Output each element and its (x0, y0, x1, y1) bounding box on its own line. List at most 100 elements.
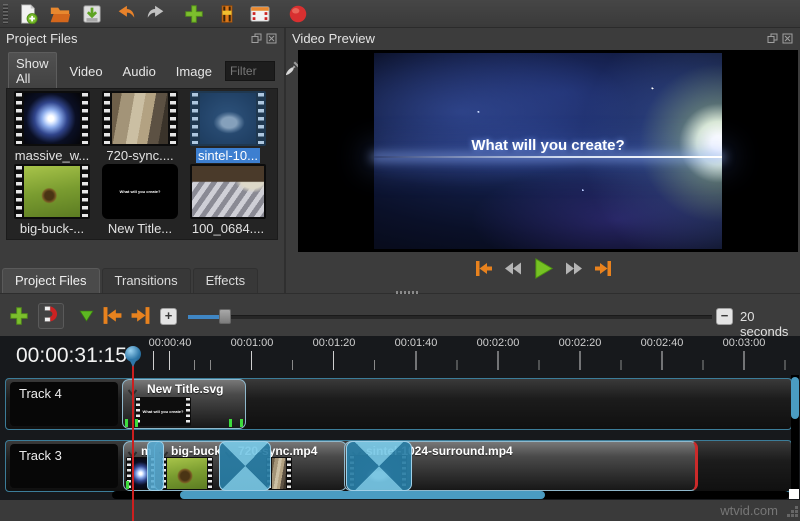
snapping-toggle-button[interactable] (38, 303, 64, 329)
filter-video-button[interactable]: Video (63, 61, 110, 82)
tab-effects[interactable]: Effects (193, 268, 259, 293)
filter-show-all-button[interactable]: Show All (8, 52, 57, 90)
close-panel-button[interactable] (266, 32, 278, 44)
zoom-out-button[interactable]: − (716, 308, 733, 325)
tab-project-files[interactable]: Project Files (2, 268, 100, 293)
file-item-new-title[interactable]: What will you create? New Title... (96, 164, 184, 236)
preview-viewport: What will you create? (298, 50, 798, 252)
export-video-button[interactable] (248, 2, 272, 26)
track-4-header: Track 4 (10, 382, 118, 426)
file-item-big-buck[interactable]: big-buck-... (8, 164, 96, 236)
timeline-ruler[interactable]: 00:00:40 00:01:00 00:01:20 00:01:40 00:0… (122, 336, 795, 376)
transition-2[interactable] (219, 441, 271, 491)
clip-keyframe-mark (229, 419, 232, 427)
clip-title: big-buck- (171, 444, 225, 458)
splitter-handle-dots[interactable] (396, 291, 418, 294)
ruler-tick-label: 00:02:20 (540, 337, 620, 349)
ruler-tick-label: 00:00:40 (130, 337, 210, 349)
file-item-sintel[interactable]: sintel-10... (184, 91, 272, 163)
playhead-handle[interactable] (125, 346, 141, 362)
zoom-in-button[interactable]: + (160, 308, 177, 325)
file-item-720-sync[interactable]: 720-sync.... (96, 91, 184, 163)
playhead-line (132, 364, 134, 521)
track-3-row: Track 3 m big-buck- 720-sync.mp4 sintel-… (5, 440, 792, 492)
filter-image-button[interactable]: Image (169, 61, 219, 82)
resize-grip-icon (785, 505, 799, 521)
undo-icon (114, 3, 138, 25)
add-media-button[interactable] (182, 2, 206, 26)
openshot-window: Project Files Show All Video Audio Image… (0, 0, 800, 521)
ruler-tick-label: 00:02:40 (622, 337, 702, 349)
watermark: wtvid.com (720, 503, 778, 518)
clip-title: New Title.svg (147, 382, 223, 396)
transition-3[interactable] (346, 441, 412, 491)
clip-resize-handle[interactable] (240, 419, 243, 427)
previous-marker-button[interactable] (102, 306, 123, 330)
jump-to-start-button[interactable] (475, 260, 493, 282)
redo-button[interactable] (144, 2, 168, 26)
preview-overlay-text: What will you create? (374, 137, 722, 154)
ruler-tick-label: 00:01:40 (376, 337, 456, 349)
file-item-massive[interactable]: massive_w... (8, 91, 96, 163)
undo-button[interactable] (114, 2, 138, 26)
zoom-scale-label: 20 seconds (740, 309, 800, 339)
light-beam (374, 156, 722, 158)
horizontal-scrollbar-thumb[interactable] (180, 491, 545, 499)
file-item-100-0684[interactable]: 100_0684.... (184, 164, 272, 236)
open-project-button[interactable] (48, 2, 72, 26)
main-toolbar (0, 0, 800, 28)
save-project-button[interactable] (80, 2, 104, 26)
video-preview-titlebar: Video Preview (286, 28, 800, 48)
choose-profile-icon (217, 3, 237, 25)
add-media-icon (183, 3, 205, 25)
vertical-scrollbar[interactable] (791, 375, 799, 499)
jump-to-end-button[interactable] (594, 260, 612, 282)
video-preview-title: Video Preview (292, 31, 764, 46)
tab-transitions[interactable]: Transitions (102, 268, 191, 293)
choose-profile-button[interactable] (215, 2, 239, 26)
float-panel-button[interactable] (251, 32, 263, 44)
transition-1[interactable] (147, 441, 164, 491)
horizontal-scrollbar[interactable] (112, 491, 789, 499)
play-button[interactable] (533, 258, 554, 284)
add-track-button[interactable] (8, 305, 30, 332)
video-preview-panel: Video Preview What will you create? (286, 28, 800, 293)
timeline-toolbar: + − 20 seconds (0, 298, 800, 336)
ruler-tick-label: 00:01:20 (294, 337, 374, 349)
ruler-tick-label: 00:03:00 (704, 337, 784, 349)
save-project-icon (81, 3, 103, 25)
title-thumbnail: What will you create? (102, 164, 178, 219)
video-thumbnail (14, 164, 90, 219)
zoom-slider-handle[interactable] (219, 309, 231, 324)
clip-keyframe-mark (135, 419, 138, 427)
video-thumbnail (14, 91, 90, 146)
video-thumbnail (190, 91, 266, 146)
bottom-tabs: Project Files Transitions Effects (2, 268, 260, 293)
record-button[interactable] (286, 2, 310, 26)
file-label: big-buck-... (20, 221, 84, 236)
export-video-icon (249, 3, 271, 25)
status-bar: wtvid.com (0, 500, 800, 521)
file-label: New Title... (108, 221, 172, 236)
next-marker-button[interactable] (130, 306, 151, 330)
file-label: 720-sync.... (106, 148, 173, 163)
magnet-icon (41, 304, 61, 329)
rewind-button[interactable] (504, 261, 522, 281)
filter-input[interactable] (225, 61, 275, 81)
zoom-slider-track[interactable] (188, 315, 712, 319)
clip-resize-handle[interactable] (125, 419, 128, 427)
clip-thumbnail: What will you create? (135, 397, 191, 426)
clip-new-title[interactable]: New Title.svg What will you create? (122, 379, 246, 429)
new-project-button[interactable] (16, 2, 40, 26)
close-panel-button[interactable] (782, 32, 794, 44)
clip-resize-handle[interactable] (126, 481, 129, 489)
float-panel-button[interactable] (767, 32, 779, 44)
filter-audio-button[interactable]: Audio (116, 61, 163, 82)
toolbar-drag-handle[interactable] (3, 4, 8, 24)
add-marker-button[interactable] (78, 308, 95, 329)
file-label: 100_0684.... (192, 221, 264, 236)
timeline: 00:00:31:15 00:00:40 00:01:00 00:01:20 0… (0, 336, 800, 500)
fast-forward-button[interactable] (565, 261, 583, 281)
new-project-icon (17, 3, 39, 25)
vertical-scrollbar-thumb[interactable] (791, 377, 799, 419)
